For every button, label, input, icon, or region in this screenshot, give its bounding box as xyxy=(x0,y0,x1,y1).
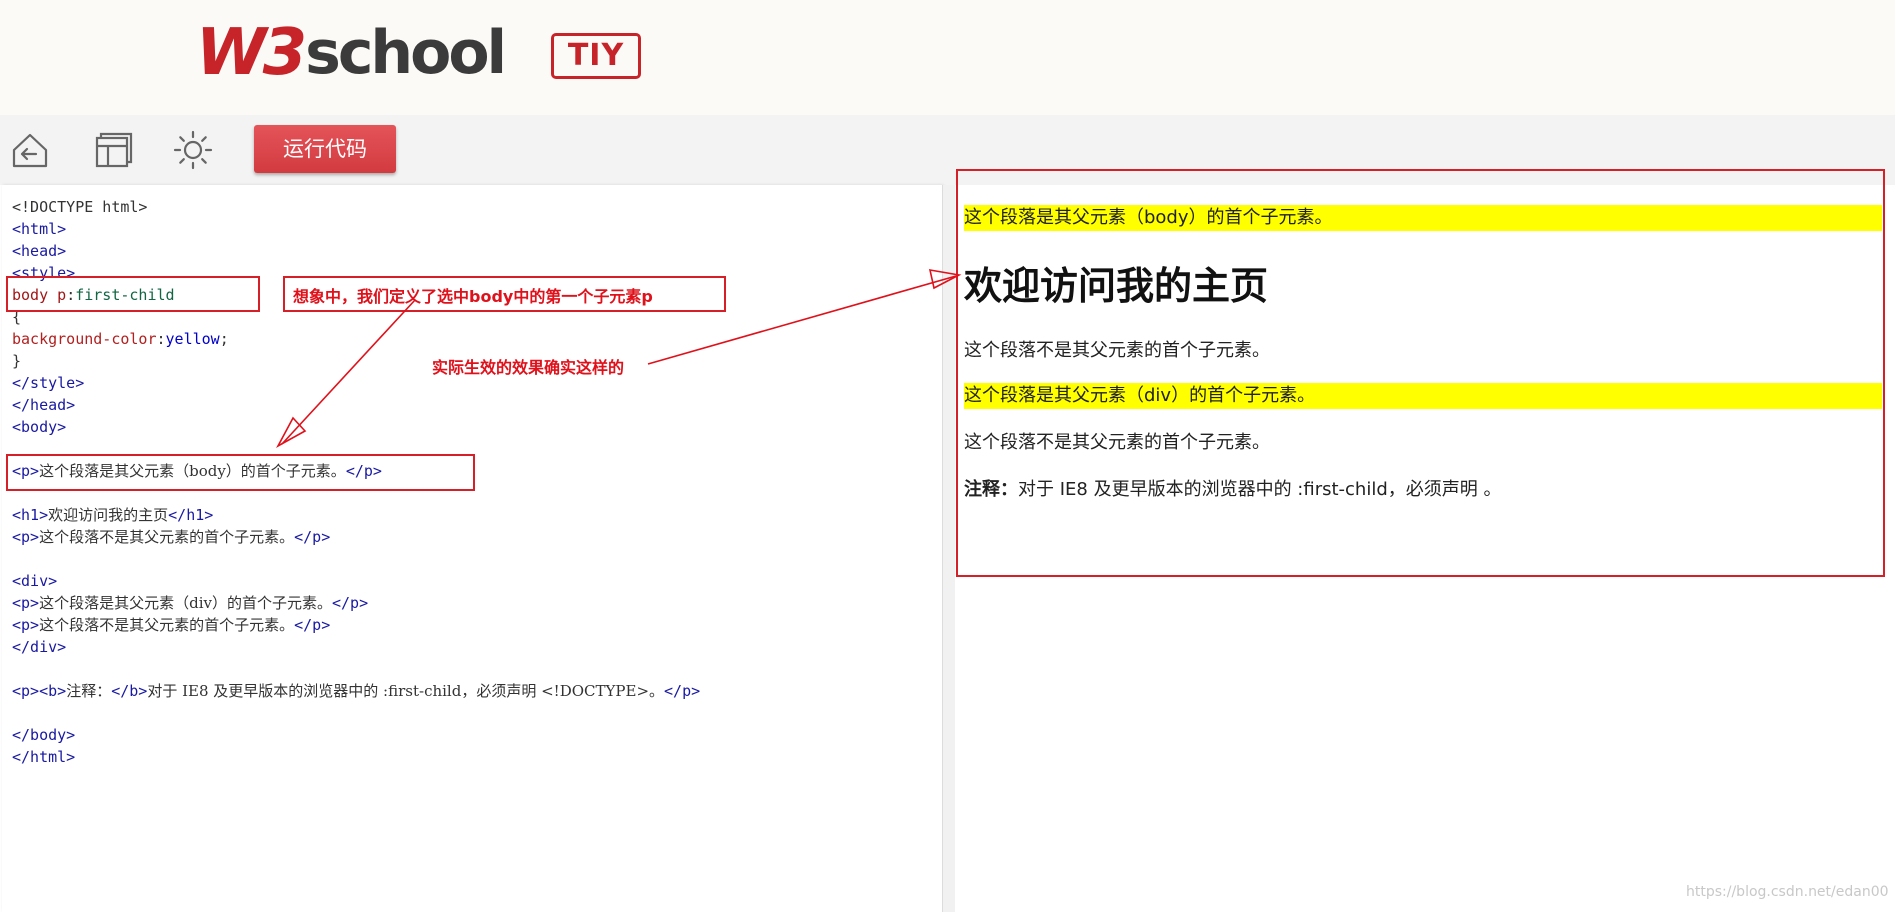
watermark: https://blog.csdn.net/edan00 xyxy=(1686,884,1889,900)
arrow-line-actual xyxy=(648,276,956,364)
annotation-arrows xyxy=(0,0,1895,912)
arrow-line-expected xyxy=(282,300,415,444)
arrow-head-expected xyxy=(278,418,305,446)
